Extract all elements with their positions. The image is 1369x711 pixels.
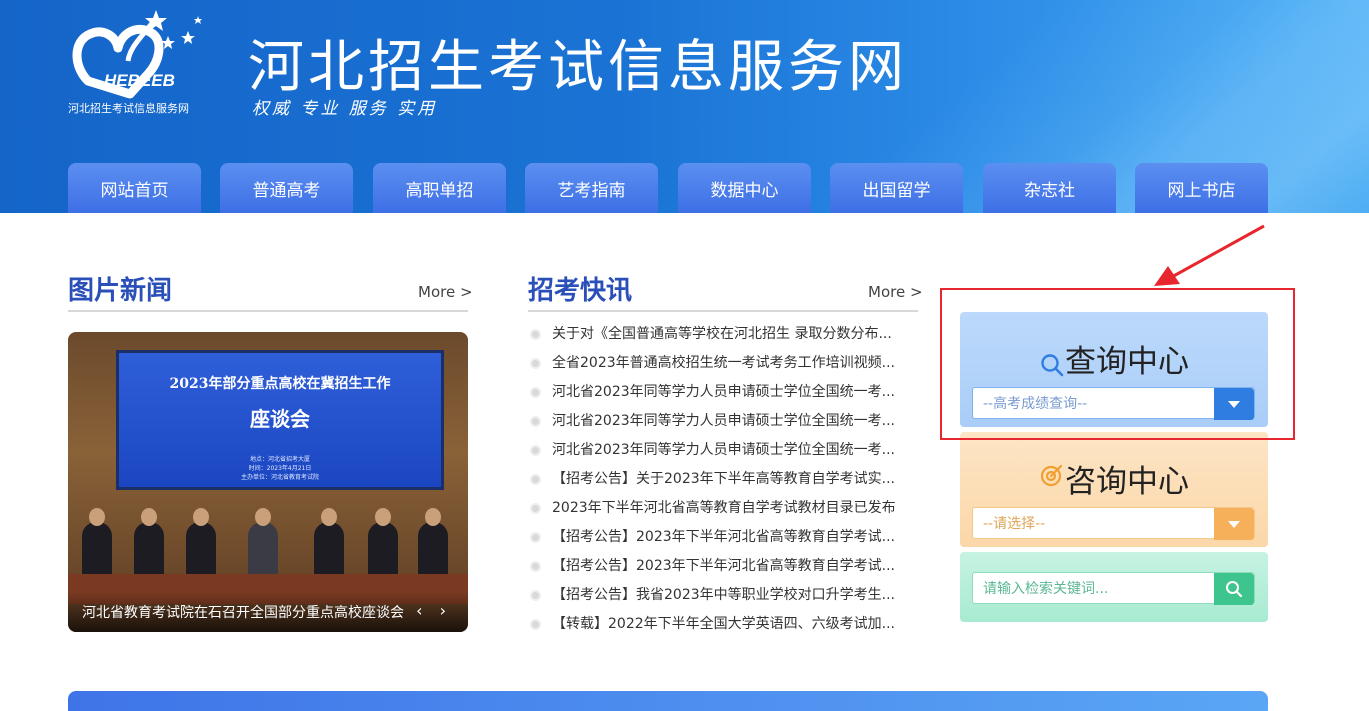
nav-item-vocational[interactable]: 高职单招 <box>373 163 506 213</box>
bullet-icon <box>530 532 541 543</box>
news-item-text: 2023年下半年河北省高等教育自学考试教材目录已发布 <box>552 500 896 516</box>
photo-person <box>418 508 448 580</box>
photo-person <box>134 508 164 580</box>
bottom-banner <box>68 691 1268 711</box>
photo-person <box>186 508 216 580</box>
nav-item-data-center[interactable]: 数据中心 <box>678 163 811 213</box>
screen-small-line: 地点：河北省招考大厦 <box>249 456 310 463</box>
news-item[interactable]: 全省2023年普通高校招生统一考试考务工作培训视频... <box>528 349 918 378</box>
photo-person <box>368 508 398 580</box>
picture-news-more-link[interactable]: More > <box>418 283 473 301</box>
nav-item-magazine[interactable]: 杂志社 <box>983 163 1116 213</box>
express-news-more-link[interactable]: More > <box>868 283 923 301</box>
consult-center-title: 咨询中心 <box>1065 464 1189 500</box>
screen-small-line: 主办单位：河北省教育考试院 <box>240 474 319 481</box>
photo-person <box>314 508 344 580</box>
news-item[interactable]: 【招考公告】关于2023年下半年高等教育自学考试实... <box>528 465 918 494</box>
consult-select-dropdown-button[interactable] <box>1214 508 1254 540</box>
news-item-text: 全省2023年普通高校招生统一考试考务工作培训视频... <box>552 355 895 371</box>
news-item[interactable]: 【招考公告】我省2023年中等职业学校对口升学考生... <box>528 581 918 610</box>
consult-center-panel: 咨询中心 --请选择-- <box>960 432 1268 547</box>
nav-item-art-exam[interactable]: 艺考指南 <box>525 163 658 213</box>
logo-text: HEBEEB <box>104 71 175 90</box>
photo-person <box>248 508 278 580</box>
news-item-text: 河北省2023年同等学力人员申请硕士学位全国统一考... <box>552 442 895 458</box>
site-header: HEBEEB 河北招生考试信息服务网 河北招生考试信息服务网 权威 专业 服务 … <box>0 0 1369 213</box>
bullet-icon <box>530 590 541 601</box>
nav-item-gaokao[interactable]: 普通高考 <box>220 163 353 213</box>
screen-small-line: 时间：2023年4月21日 <box>248 465 312 472</box>
bullet-icon <box>530 329 541 340</box>
logo-subtitle: 河北招生考试信息服务网 <box>68 102 189 115</box>
consult-type-select[interactable]: --请选择-- <box>972 507 1255 540</box>
bullet-icon <box>530 619 541 630</box>
slide-projection-screen: 2023年部分重点高校在冀招生工作 座谈会 地点：河北省招考大厦 时间：2023… <box>116 350 444 490</box>
news-photo-slide[interactable]: 2023年部分重点高校在冀招生工作 座谈会 地点：河北省招考大厦 时间：2023… <box>68 332 468 632</box>
consult-type-select-value: --请选择-- <box>983 516 1046 532</box>
news-item[interactable]: 关于对《全国普通高等学校在河北招生 录取分数分布... <box>528 320 918 349</box>
news-item-text: 【招考公告】2023年下半年河北省高等教育自学考试... <box>552 529 895 545</box>
bullet-icon <box>530 474 541 485</box>
news-item-text: 关于对《全国普通高等学校在河北招生 录取分数分布... <box>552 326 892 342</box>
search-icon <box>1226 581 1243 598</box>
screen-small-text: 地点：河北省招考大厦 时间：2023年4月21日 主办单位：河北省教育考试院 <box>119 455 441 482</box>
search-input-placeholder: 请输入检索关键词... <box>983 581 1109 597</box>
news-item[interactable]: 【招考公告】2023年下半年河北省高等教育自学考试... <box>528 552 918 581</box>
photo-person <box>82 508 112 580</box>
target-icon <box>1040 464 1063 487</box>
main-nav: 网站首页 普通高考 高职单招 艺考指南 数据中心 出国留学 杂志社 网上书店 <box>68 163 1268 213</box>
news-item[interactable]: 河北省2023年同等学力人员申请硕士学位全国统一考... <box>528 436 918 465</box>
picture-news-divider <box>68 310 468 312</box>
bullet-icon <box>530 561 541 572</box>
bullet-icon <box>530 503 541 514</box>
chevron-down-icon <box>1228 520 1240 528</box>
nav-item-study-abroad[interactable]: 出国留学 <box>830 163 963 213</box>
site-search-panel: 请输入检索关键词... <box>960 552 1268 622</box>
news-item-text: 【转载】2022年下半年全国大学英语四、六级考试加... <box>552 616 895 632</box>
search-input[interactable]: 请输入检索关键词... <box>972 572 1255 605</box>
news-item[interactable]: 河北省2023年同等学力人员申请硕士学位全国统一考... <box>528 407 918 436</box>
news-item-text: 【招考公告】2023年下半年河北省高等教育自学考试... <box>552 558 895 574</box>
news-item[interactable]: 【招考公告】2023年下半年河北省高等教育自学考试... <box>528 523 918 552</box>
news-item[interactable]: 2023年下半年河北省高等教育自学考试教材目录已发布 <box>528 494 918 523</box>
consult-center-heading: 咨询中心 <box>960 456 1268 501</box>
bullet-icon <box>530 387 541 398</box>
site-slogan: 权威 专业 服务 实用 <box>252 99 438 119</box>
slide-caption[interactable]: 河北省教育考试院在石召开全国部分重点高校座谈会 <box>68 592 468 632</box>
search-button[interactable] <box>1214 573 1254 605</box>
news-item-text: 河北省2023年同等学力人员申请硕士学位全国统一考... <box>552 384 895 400</box>
news-item-text: 【招考公告】关于2023年下半年高等教育自学考试实... <box>552 471 895 487</box>
picture-news-title: 图片新闻 <box>68 276 173 306</box>
site-title: 河北招生考试信息服务网 <box>248 35 908 100</box>
bullet-icon <box>530 445 541 456</box>
news-item-text: 河北省2023年同等学力人员申请硕士学位全国统一考... <box>552 413 895 429</box>
news-item-text: 【招考公告】我省2023年中等职业学校对口升学考生... <box>552 587 895 603</box>
express-news-title: 招考快讯 <box>528 276 633 306</box>
annotation-arrow-icon <box>1154 224 1265 286</box>
news-item[interactable]: 河北省2023年同等学力人员申请硕士学位全国统一考... <box>528 378 918 407</box>
nav-item-home[interactable]: 网站首页 <box>68 163 201 213</box>
screen-line-2: 座谈会 <box>250 407 310 431</box>
highlight-box <box>940 288 1295 440</box>
bullet-icon <box>530 358 541 369</box>
screen-line-1: 2023年部分重点高校在冀招生工作 <box>169 376 391 392</box>
bullet-icon <box>530 416 541 427</box>
nav-item-bookstore[interactable]: 网上书店 <box>1135 163 1268 213</box>
news-item[interactable]: 【转载】2022年下半年全国大学英语四、六级考试加... <box>528 610 918 639</box>
express-news-list: 关于对《全国普通高等学校在河北招生 录取分数分布... 全省2023年普通高校招… <box>528 320 918 639</box>
slide-arrows-icon[interactable]: ‹ › <box>416 601 452 620</box>
express-news-divider <box>528 310 918 312</box>
